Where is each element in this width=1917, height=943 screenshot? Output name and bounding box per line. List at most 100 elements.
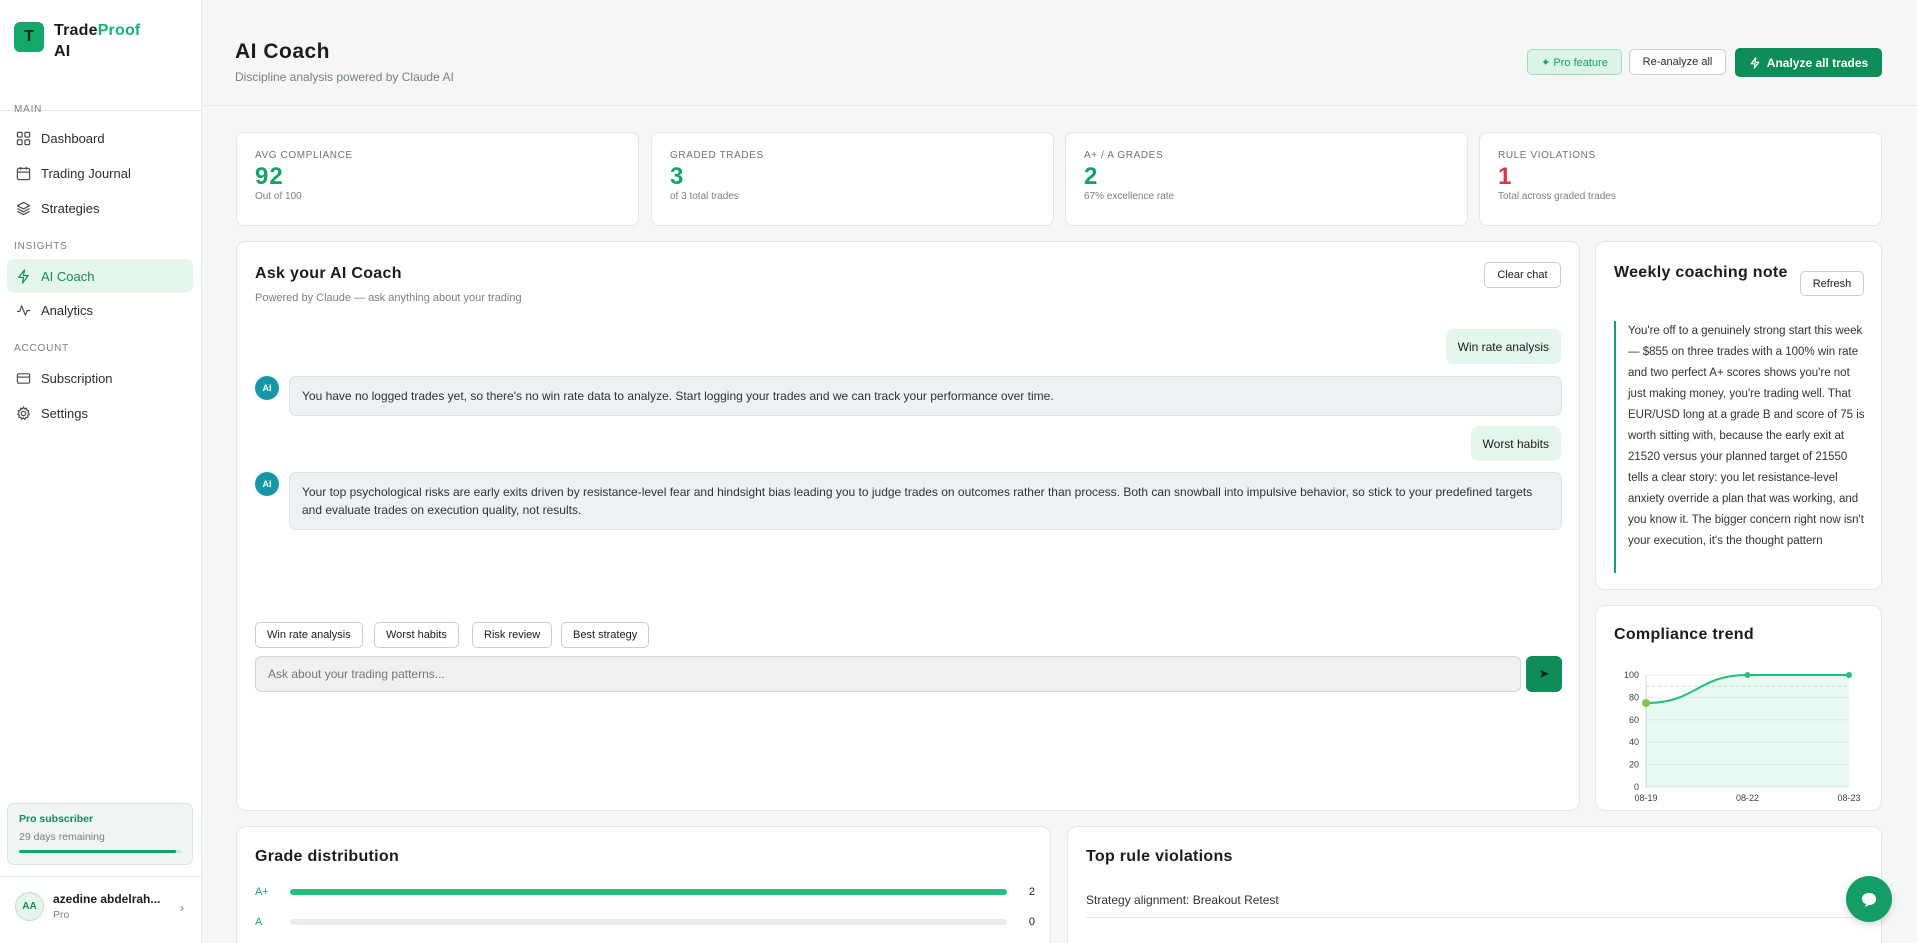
trend-area: [1646, 675, 1849, 787]
pro-feature-badge: ✦ Pro feature: [1527, 49, 1622, 75]
card-icon: [16, 372, 31, 384]
pro-days-remaining: 29 days remaining: [19, 831, 105, 843]
grade-title: Grade distribution: [255, 848, 400, 865]
ai-message: Your top psychological risks are early e…: [289, 472, 1562, 530]
sidebar-item-settings[interactable]: Settings: [7, 396, 193, 430]
list-item: Strategy alignment: Breakout Retest: [1086, 893, 1866, 918]
x-tick-label: 08-22: [1736, 793, 1759, 803]
chat-support-button[interactable]: [1846, 876, 1892, 922]
pro-title: Pro subscriber: [19, 813, 94, 825]
pro-subscription-card: Pro subscriber 29 days remaining: [7, 803, 193, 865]
x-tick-label: 08-19: [1634, 793, 1657, 803]
calendar-icon: [16, 166, 31, 180]
gear-icon: [16, 405, 31, 420]
sidebar-item-ai-coach[interactable]: AI Coach: [7, 259, 193, 293]
stat-label: A+ / A GRADES: [1084, 150, 1164, 161]
sidebar-item-trading-journal[interactable]: Trading Journal: [7, 156, 193, 190]
suggestion-chip-risk-review[interactable]: Risk review: [472, 622, 553, 648]
suggestion-chip-worst-habits[interactable]: Worst habits: [374, 622, 459, 648]
grade-bar-track: [289, 889, 1007, 895]
weekly-title: Weekly coaching note: [1614, 264, 1788, 281]
stat-note: of 3 total trades: [670, 191, 739, 202]
chat-input[interactable]: [255, 656, 1521, 692]
user-message: Worst habits: [1470, 426, 1561, 461]
brand-logo: T: [14, 22, 44, 52]
sidebar-item-dashboard[interactable]: Dashboard: [7, 121, 193, 155]
sidebar-item-label: Analytics: [41, 302, 94, 318]
top-rule-violations-card: Top rule violations Strategy alignment: …: [1067, 826, 1882, 943]
stat-note: Total across graded trades: [1498, 191, 1616, 202]
page-subtitle: Discipline analysis powered by Claude AI: [235, 70, 454, 84]
chat-subtitle: Powered by Claude — ask anything about y…: [255, 292, 522, 304]
nav-section-main: MAIN: [14, 104, 43, 115]
y-tick-label: 80: [1629, 692, 1639, 702]
sidebar-item-label: Settings: [41, 405, 88, 421]
layers-icon: [16, 201, 31, 215]
sidebar-item-label: Dashboard: [41, 130, 105, 146]
data-point: [1642, 699, 1650, 707]
analyze-all-trades-button[interactable]: Analyze all trades: [1735, 48, 1882, 77]
brand-name-accent: Proof: [97, 22, 141, 39]
clear-chat-button[interactable]: Clear chat: [1484, 262, 1561, 288]
data-point: [1846, 672, 1852, 678]
sidebar-item-label: Trading Journal: [41, 165, 131, 181]
user-name: azedine abdelrah...: [53, 892, 161, 906]
user-profile[interactable]: AA azedine abdelrah... Pro ›: [0, 876, 202, 936]
grade-count: 2: [1028, 886, 1035, 898]
ai-avatar: AI: [255, 472, 279, 496]
stat-note: Out of 100: [255, 191, 302, 202]
y-tick-label: 0: [1634, 782, 1639, 792]
weekly-coaching-note-card: Weekly coaching note Refresh You're off …: [1595, 241, 1882, 590]
sidebar-item-strategies[interactable]: Strategies: [7, 191, 193, 225]
page-header: AI Coach Discipline analysis powered by …: [203, 0, 1917, 106]
stat-card-a-grades: A+ / A GRADES 2 67% excellence rate: [1065, 132, 1468, 226]
bolt-icon: [18, 268, 29, 284]
stat-value: 92: [255, 163, 284, 190]
brand-name: TradeProof AI: [54, 20, 140, 62]
y-tick-label: 100: [1624, 670, 1639, 680]
violations-title: Top rule violations: [1086, 848, 1233, 865]
activity-icon: [16, 304, 31, 316]
grade-bar-fill: [289, 889, 1007, 895]
brand-name-suffix: AI: [54, 43, 71, 60]
sidebar: T TradeProof AI MAIN Dashboard Trading J…: [0, 0, 202, 943]
grid-icon: [16, 131, 31, 145]
y-tick-label: 20: [1629, 760, 1639, 770]
nav-section-insights: INSIGHTS: [14, 241, 68, 252]
ai-coach-chat-card: Ask your AI Coach Powered by Claude — as…: [236, 241, 1580, 811]
stat-note: 67% excellence rate: [1084, 191, 1175, 202]
stat-card-graded-trades: GRADED TRADES 3 of 3 total trades: [651, 132, 1054, 226]
compliance-trend-chart: 0 20 40 60 80 100 08-19 08-22 08-23: [1624, 670, 1861, 803]
chat-title: Ask your AI Coach: [255, 265, 402, 282]
avatar: AA: [15, 892, 44, 921]
stat-value: 2: [1084, 163, 1099, 190]
suggestion-chip-best-strategy[interactable]: Best strategy: [561, 622, 650, 648]
stat-card-avg-compliance: AVG COMPLIANCE 92 Out of 100: [236, 132, 639, 226]
stat-label: AVG COMPLIANCE: [255, 150, 353, 161]
sidebar-item-subscription[interactable]: Subscription: [7, 361, 193, 395]
brand[interactable]: T TradeProof AI: [0, 0, 201, 111]
grade-label: A+: [255, 886, 269, 898]
stat-value: 1: [1498, 163, 1513, 190]
suggestion-chip-win-rate[interactable]: Win rate analysis: [255, 622, 363, 648]
bolt-icon: [1750, 56, 1760, 69]
refresh-button[interactable]: Refresh: [1800, 271, 1864, 296]
x-tick-label: 08-23: [1837, 793, 1860, 803]
pro-progress-fill: [19, 850, 177, 853]
send-button[interactable]: ➤: [1526, 656, 1562, 692]
stat-card-rule-violations: RULE VIOLATIONS 1 Total across graded tr…: [1479, 132, 1882, 226]
stat-label: RULE VIOLATIONS: [1498, 150, 1596, 161]
user-message: Win rate analysis: [1445, 329, 1561, 364]
analyze-all-label: Analyze all trades: [1766, 55, 1869, 70]
sidebar-item-analytics[interactable]: Analytics: [7, 293, 193, 327]
send-icon: ➤: [1538, 666, 1550, 681]
grade-row: A 0: [255, 915, 1035, 929]
user-plan: Pro: [53, 909, 70, 921]
sidebar-item-label: Strategies: [41, 200, 100, 216]
ai-avatar: AI: [255, 376, 279, 400]
page-title: AI Coach: [235, 40, 331, 63]
reanalyze-all-button[interactable]: Re-analyze all: [1629, 49, 1726, 75]
sidebar-item-label: AI Coach: [41, 268, 95, 284]
brand-name-part: Trade: [54, 22, 98, 39]
trend-title: Compliance trend: [1614, 626, 1754, 643]
